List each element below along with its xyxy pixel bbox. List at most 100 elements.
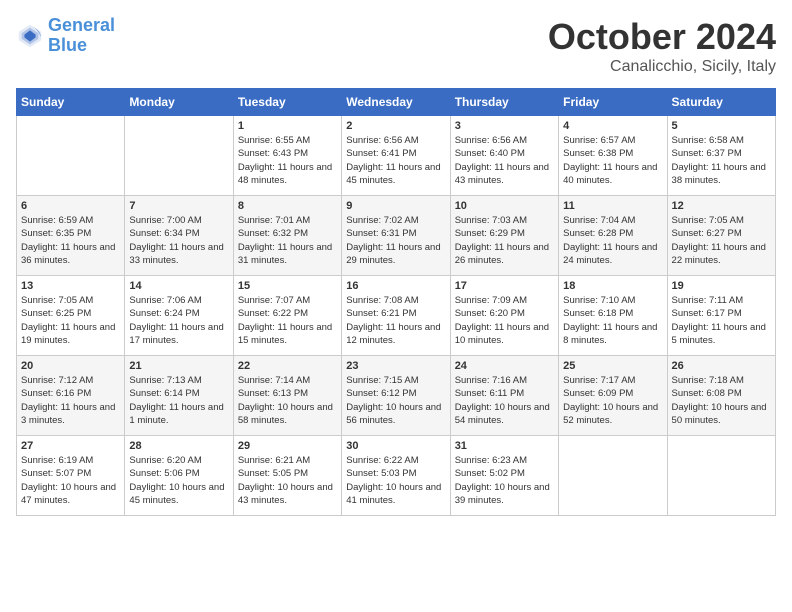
calendar-cell: 14 Sunrise: 7:06 AMSunset: 6:24 PMDayligh… bbox=[125, 276, 233, 356]
day-content: Sunrise: 7:02 AMSunset: 6:31 PMDaylight:… bbox=[346, 214, 445, 267]
day-content: Sunrise: 7:10 AMSunset: 6:18 PMDaylight:… bbox=[563, 294, 662, 347]
calendar-cell: 10 Sunrise: 7:03 AMSunset: 6:29 PMDayligh… bbox=[450, 196, 558, 276]
day-number: 24 bbox=[455, 360, 554, 372]
day-content: Sunrise: 7:01 AMSunset: 6:32 PMDaylight:… bbox=[238, 214, 337, 267]
calendar-cell bbox=[17, 116, 125, 196]
day-content: Sunrise: 6:56 AMSunset: 6:41 PMDaylight:… bbox=[346, 134, 445, 187]
calendar-cell: 5Sunrise: 6:58 AMSunset: 6:37 PMDaylight… bbox=[667, 116, 775, 196]
day-content: Sunrise: 7:18 AMSunset: 6:08 PMDaylight:… bbox=[672, 374, 771, 427]
calendar-cell: 9 Sunrise: 7:02 AMSunset: 6:31 PMDaylight… bbox=[342, 196, 450, 276]
calendar-cell: 30 Sunrise: 6:22 AMSunset: 5:03 PMDayligh… bbox=[342, 436, 450, 516]
header-row: SundayMondayTuesdayWednesdayThursdayFrid… bbox=[17, 89, 776, 116]
day-content: Sunrise: 7:03 AMSunset: 6:29 PMDaylight:… bbox=[455, 214, 554, 267]
day-number: 12 bbox=[672, 200, 771, 212]
day-number: 17 bbox=[455, 280, 554, 292]
day-content: Sunrise: 7:05 AMSunset: 6:25 PMDaylight:… bbox=[21, 294, 120, 347]
calendar-cell bbox=[125, 116, 233, 196]
day-content: Sunrise: 6:23 AMSunset: 5:02 PMDaylight:… bbox=[455, 454, 554, 507]
day-content: Sunrise: 6:59 AMSunset: 6:35 PMDaylight:… bbox=[21, 214, 120, 267]
day-content: Sunrise: 6:19 AMSunset: 5:07 PMDaylight:… bbox=[21, 454, 120, 507]
column-header-wednesday: Wednesday bbox=[342, 89, 450, 116]
day-number: 30 bbox=[346, 440, 445, 452]
calendar-cell: 3 Sunrise: 6:56 AMSunset: 6:40 PMDaylight… bbox=[450, 116, 558, 196]
calendar-cell: 17Sunrise: 7:09 AMSunset: 6:20 PMDayligh… bbox=[450, 276, 558, 356]
day-number: 15 bbox=[238, 280, 337, 292]
day-content: Sunrise: 7:13 AMSunset: 6:14 PMDaylight:… bbox=[129, 374, 228, 427]
day-content: Sunrise: 6:22 AMSunset: 5:03 PMDaylight:… bbox=[346, 454, 445, 507]
calendar-cell: 26 Sunrise: 7:18 AMSunset: 6:08 PMDayligh… bbox=[667, 356, 775, 436]
day-number: 11 bbox=[563, 200, 662, 212]
calendar-cell: 7 Sunrise: 7:00 AMSunset: 6:34 PMDaylight… bbox=[125, 196, 233, 276]
day-content: Sunrise: 7:16 AMSunset: 6:11 PMDaylight:… bbox=[455, 374, 554, 427]
column-header-friday: Friday bbox=[559, 89, 667, 116]
column-header-sunday: Sunday bbox=[17, 89, 125, 116]
day-number: 8 bbox=[238, 200, 337, 212]
logo-icon bbox=[16, 22, 44, 50]
page-header: General Blue October 2024 Canalicchio, S… bbox=[16, 16, 776, 76]
day-content: Sunrise: 7:14 AMSunset: 6:13 PMDaylight:… bbox=[238, 374, 337, 427]
day-content: Sunrise: 7:11 AMSunset: 6:17 PMDaylight:… bbox=[672, 294, 771, 347]
day-content: Sunrise: 6:20 AMSunset: 5:06 PMDaylight:… bbox=[129, 454, 228, 507]
calendar-cell: 20Sunrise: 7:12 AMSunset: 6:16 PMDayligh… bbox=[17, 356, 125, 436]
calendar-cell bbox=[559, 436, 667, 516]
calendar-cell: 15 Sunrise: 7:07 AMSunset: 6:22 PMDayligh… bbox=[233, 276, 341, 356]
calendar-cell: 22Sunrise: 7:14 AMSunset: 6:13 PMDayligh… bbox=[233, 356, 341, 436]
day-content: Sunrise: 7:05 AMSunset: 6:27 PMDaylight:… bbox=[672, 214, 771, 267]
week-row-2: 6Sunrise: 6:59 AMSunset: 6:35 PMDaylight… bbox=[17, 196, 776, 276]
day-content: Sunrise: 6:56 AMSunset: 6:40 PMDaylight:… bbox=[455, 134, 554, 187]
day-content: Sunrise: 7:15 AMSunset: 6:12 PMDaylight:… bbox=[346, 374, 445, 427]
calendar-cell: 21Sunrise: 7:13 AMSunset: 6:14 PMDayligh… bbox=[125, 356, 233, 436]
column-header-saturday: Saturday bbox=[667, 89, 775, 116]
title-block: October 2024 Canalicchio, Sicily, Italy bbox=[548, 16, 776, 76]
calendar-cell: 31Sunrise: 6:23 AMSunset: 5:02 PMDayligh… bbox=[450, 436, 558, 516]
calendar-cell: 29 Sunrise: 6:21 AMSunset: 5:05 PMDayligh… bbox=[233, 436, 341, 516]
day-content: Sunrise: 7:07 AMSunset: 6:22 PMDaylight:… bbox=[238, 294, 337, 347]
day-number: 1 bbox=[238, 120, 337, 132]
logo: General Blue bbox=[16, 16, 115, 56]
day-content: Sunrise: 6:55 AMSunset: 6:43 PMDaylight:… bbox=[238, 134, 337, 187]
calendar-cell: 13 Sunrise: 7:05 AMSunset: 6:25 PMDayligh… bbox=[17, 276, 125, 356]
day-number: 18 bbox=[563, 280, 662, 292]
logo-text: General Blue bbox=[48, 16, 115, 56]
calendar-cell: 28 Sunrise: 6:20 AMSunset: 5:06 PMDayligh… bbox=[125, 436, 233, 516]
day-number: 28 bbox=[129, 440, 228, 452]
calendar-cell: 25 Sunrise: 7:17 AMSunset: 6:09 PMDayligh… bbox=[559, 356, 667, 436]
calendar-cell: 27 Sunrise: 6:19 AMSunset: 5:07 PMDayligh… bbox=[17, 436, 125, 516]
location: Canalicchio, Sicily, Italy bbox=[548, 58, 776, 76]
calendar-cell: 11Sunrise: 7:04 AMSunset: 6:28 PMDayligh… bbox=[559, 196, 667, 276]
day-content: Sunrise: 6:57 AMSunset: 6:38 PMDaylight:… bbox=[563, 134, 662, 187]
day-number: 16 bbox=[346, 280, 445, 292]
day-number: 23 bbox=[346, 360, 445, 372]
day-number: 14 bbox=[129, 280, 228, 292]
day-content: Sunrise: 6:21 AMSunset: 5:05 PMDaylight:… bbox=[238, 454, 337, 507]
day-number: 7 bbox=[129, 200, 228, 212]
day-content: Sunrise: 7:08 AMSunset: 6:21 PMDaylight:… bbox=[346, 294, 445, 347]
column-header-thursday: Thursday bbox=[450, 89, 558, 116]
calendar-cell: 6Sunrise: 6:59 AMSunset: 6:35 PMDaylight… bbox=[17, 196, 125, 276]
day-content: Sunrise: 7:06 AMSunset: 6:24 PMDaylight:… bbox=[129, 294, 228, 347]
calendar-cell: 23 Sunrise: 7:15 AMSunset: 6:12 PMDayligh… bbox=[342, 356, 450, 436]
calendar-cell: 8 Sunrise: 7:01 AMSunset: 6:32 PMDaylight… bbox=[233, 196, 341, 276]
day-number: 9 bbox=[346, 200, 445, 212]
calendar-cell: 19Sunrise: 7:11 AMSunset: 6:17 PMDayligh… bbox=[667, 276, 775, 356]
day-number: 2 bbox=[346, 120, 445, 132]
day-number: 13 bbox=[21, 280, 120, 292]
week-row-3: 13 Sunrise: 7:05 AMSunset: 6:25 PMDayligh… bbox=[17, 276, 776, 356]
calendar-cell: 12 Sunrise: 7:05 AMSunset: 6:27 PMDayligh… bbox=[667, 196, 775, 276]
day-content: Sunrise: 7:00 AMSunset: 6:34 PMDaylight:… bbox=[129, 214, 228, 267]
calendar-cell: 4Sunrise: 6:57 AMSunset: 6:38 PMDaylight… bbox=[559, 116, 667, 196]
week-row-4: 20Sunrise: 7:12 AMSunset: 6:16 PMDayligh… bbox=[17, 356, 776, 436]
day-number: 25 bbox=[563, 360, 662, 372]
day-content: Sunrise: 7:17 AMSunset: 6:09 PMDaylight:… bbox=[563, 374, 662, 427]
day-number: 26 bbox=[672, 360, 771, 372]
day-content: Sunrise: 6:58 AMSunset: 6:37 PMDaylight:… bbox=[672, 134, 771, 187]
calendar-cell: 24 Sunrise: 7:16 AMSunset: 6:11 PMDayligh… bbox=[450, 356, 558, 436]
day-number: 10 bbox=[455, 200, 554, 212]
day-content: Sunrise: 7:12 AMSunset: 6:16 PMDaylight:… bbox=[21, 374, 120, 427]
calendar-cell bbox=[667, 436, 775, 516]
day-number: 27 bbox=[21, 440, 120, 452]
day-number: 3 bbox=[455, 120, 554, 132]
column-header-tuesday: Tuesday bbox=[233, 89, 341, 116]
day-number: 29 bbox=[238, 440, 337, 452]
calendar-table: SundayMondayTuesdayWednesdayThursdayFrid… bbox=[16, 88, 776, 516]
